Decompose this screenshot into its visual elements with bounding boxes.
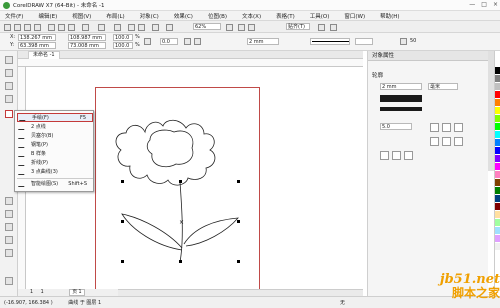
flyout-item-b-spline[interactable]: B 样条 — [17, 150, 93, 159]
selection-handle — [237, 180, 240, 183]
bezier-icon — [18, 134, 26, 139]
palette-swatch[interactable] — [495, 235, 500, 242]
corner-style-icon[interactable] — [454, 123, 463, 132]
site-watermark: jb51.net 脚本之家 — [380, 272, 500, 308]
page-current[interactable]: 1 — [30, 290, 33, 295]
cap-style-icon[interactable] — [442, 137, 451, 146]
corner-style-icon[interactable] — [442, 123, 451, 132]
flyout-item-pen[interactable]: 钢笔(P) — [17, 141, 93, 150]
cursor-coordinates: (-16.907, 166.384 ) — [4, 300, 53, 306]
selection-handle — [121, 260, 124, 263]
palette-swatch[interactable] — [495, 211, 500, 218]
status-message: 曲线 于 图层 1 — [68, 300, 102, 306]
palette-swatch[interactable] — [495, 115, 500, 122]
palette-swatch[interactable] — [495, 187, 500, 194]
pen-icon — [18, 143, 26, 148]
palette-swatch[interactable] — [495, 59, 500, 66]
horizontal-scrollbar[interactable] — [118, 289, 363, 296]
color-palette — [494, 51, 500, 296]
selection-handle — [237, 260, 240, 263]
flyout-item-freehand[interactable]: 手绘(F) F5 — [17, 113, 93, 122]
polyline-icon — [18, 161, 26, 166]
selection-handle — [179, 260, 182, 263]
selection-handle — [179, 180, 182, 183]
palette-swatch[interactable] — [495, 99, 500, 106]
miter-limit-field[interactable]: 5.0 — [380, 123, 412, 130]
left-leaf — [121, 213, 183, 251]
page-of: 1 — [40, 290, 44, 295]
palette-swatch[interactable] — [495, 227, 500, 234]
corner-style-icon[interactable] — [430, 123, 439, 132]
palette-swatch[interactable] — [495, 195, 500, 202]
3-point-curve-icon — [18, 170, 26, 175]
flyout-item-3-point-curve[interactable]: 3 点曲线(3) — [17, 168, 93, 177]
palette-swatch[interactable] — [495, 91, 500, 98]
freehand-icon — [19, 116, 27, 121]
flower-center-outline — [146, 129, 194, 168]
outline-section-label: 轮廓 — [372, 73, 384, 79]
object-properties-docker: 对象属性 轮廓 2 mm 毫米 5.0 — [367, 51, 489, 296]
palette-swatch[interactable] — [495, 83, 500, 90]
selection-handle — [121, 220, 124, 223]
cap-style-icon[interactable] — [430, 137, 439, 146]
palette-swatch[interactable] — [495, 75, 500, 82]
flyout-separator — [17, 178, 93, 179]
palette-swatch[interactable] — [495, 179, 500, 186]
palette-swatch[interactable] — [495, 203, 500, 210]
palette-swatch[interactable] — [495, 155, 500, 162]
palette-swatch[interactable] — [495, 139, 500, 146]
docker-title: 对象属性 — [368, 51, 489, 61]
position-icon[interactable] — [404, 151, 413, 160]
fill-status: 无 — [340, 300, 346, 306]
right-leaf — [183, 217, 239, 247]
palette-swatch[interactable] — [495, 171, 500, 178]
palette-swatch[interactable] — [495, 67, 500, 74]
page-tab[interactable]: 页 1 — [69, 289, 85, 296]
palette-swatch[interactable] — [495, 123, 500, 130]
selection-handle — [237, 220, 240, 223]
palette-swatch[interactable] — [495, 243, 500, 250]
unit-dropdown[interactable]: 毫米 — [428, 83, 458, 90]
line-style-swatch[interactable] — [380, 107, 422, 111]
palette-swatch[interactable] — [495, 219, 500, 226]
center-marker: × — [179, 219, 184, 226]
2-point-line-icon — [18, 125, 26, 130]
selection-handle — [121, 180, 124, 183]
cap-style-icon[interactable] — [454, 137, 463, 146]
palette-swatch[interactable] — [495, 147, 500, 154]
smart-drawing-icon — [18, 182, 26, 187]
b-spline-icon — [18, 152, 26, 157]
outline-color-swatch[interactable] — [380, 95, 422, 102]
flyout-item-polyline[interactable]: 折线(P) — [17, 159, 93, 168]
flyout-item-2-point-line[interactable]: 2 点线 — [17, 123, 93, 132]
page-navigator: 1 1 页 1 — [18, 289, 118, 296]
flyout-item-smart-drawing[interactable]: 智能绘图(S) Shift+S — [17, 180, 93, 189]
flyout-item-bezier[interactable]: 贝塞尔(B) — [17, 132, 93, 141]
outline-width-field[interactable]: 2 mm — [380, 83, 422, 90]
curve-tools-flyout: 手绘(F) F5 2 点线 贝塞尔(B) 钢笔(P) B 样条 折线(P) 3 … — [14, 110, 94, 192]
palette-swatch[interactable] — [495, 131, 500, 138]
palette-swatch[interactable] — [495, 163, 500, 170]
position-icon[interactable] — [392, 151, 401, 160]
position-icon[interactable] — [380, 151, 389, 160]
palette-swatch[interactable] — [495, 107, 500, 114]
